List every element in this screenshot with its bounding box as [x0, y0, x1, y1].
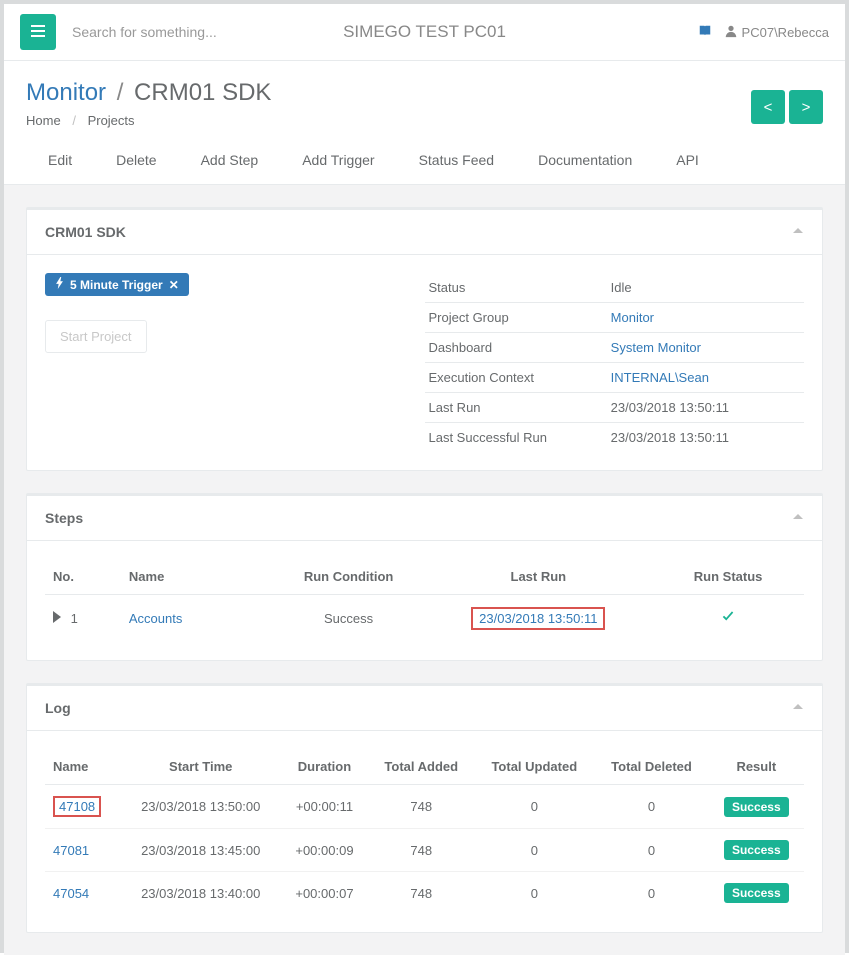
result-badge: Success: [724, 797, 789, 817]
log-panel: Log Name Start Time Duration Total Added…: [26, 683, 823, 933]
col-last-run: Last Run: [424, 559, 652, 595]
info-row: Last Successful Run23/03/2018 13:50:11: [425, 423, 805, 453]
log-updated: 0: [474, 829, 594, 872]
col-duration: Duration: [281, 749, 369, 785]
log-updated: 0: [474, 872, 594, 915]
log-deleted: 0: [594, 785, 708, 829]
log-name-link[interactable]: 47054: [53, 886, 89, 901]
prev-button[interactable]: <: [751, 90, 785, 124]
log-name-link[interactable]: 47108: [59, 799, 95, 814]
breadcrumb-monitor[interactable]: Monitor: [26, 79, 106, 106]
col-name: Name: [45, 749, 121, 785]
log-start: 23/03/2018 13:50:00: [121, 785, 281, 829]
step-name-link[interactable]: Accounts: [129, 611, 182, 626]
col-result: Result: [709, 749, 804, 785]
step-row: 1 Accounts Success 23/03/2018 13:50:11: [45, 595, 804, 643]
page-heading: Monitor / CRM01 SDK Home / Projects < >: [4, 61, 845, 136]
col-name: Name: [121, 559, 273, 595]
collapse-icon[interactable]: [792, 700, 804, 716]
action-bar: Edit Delete Add Step Add Trigger Status …: [4, 136, 845, 185]
steps-table: No. Name Run Condition Last Run Run Stat…: [45, 559, 804, 642]
execution-context-link[interactable]: INTERNAL\Sean: [611, 370, 709, 385]
col-no: No.: [45, 559, 121, 595]
log-row: 47108 23/03/2018 13:50:00 +00:00:11 748 …: [45, 785, 804, 829]
result-badge: Success: [724, 883, 789, 903]
col-start: Start Time: [121, 749, 281, 785]
action-api[interactable]: API: [654, 136, 721, 184]
log-duration: +00:00:07: [281, 872, 369, 915]
project-group-link[interactable]: Monitor: [611, 310, 654, 325]
step-last-run-link[interactable]: 23/03/2018 13:50:11: [479, 611, 597, 626]
trigger-tag[interactable]: 5 Minute Trigger ✕: [45, 273, 189, 296]
menu-button[interactable]: [20, 14, 56, 50]
log-table: Name Start Time Duration Total Added Tot…: [45, 749, 804, 914]
info-row: DashboardSystem Monitor: [425, 333, 805, 363]
info-row: Project GroupMonitor: [425, 303, 805, 333]
info-row: StatusIdle: [425, 273, 805, 303]
log-name-link[interactable]: 47081: [53, 843, 89, 858]
app-title: SIMEGO TEST PC01: [343, 22, 506, 42]
close-icon[interactable]: ✕: [169, 278, 179, 292]
info-row: Execution ContextINTERNAL\Sean: [425, 363, 805, 393]
user-info[interactable]: PC07\Rebecca: [724, 24, 829, 41]
log-row: 47081 23/03/2018 13:45:00 +00:00:09 748 …: [45, 829, 804, 872]
expand-icon[interactable]: [53, 611, 61, 626]
check-icon: [721, 612, 735, 627]
col-added: Total Added: [368, 749, 474, 785]
collapse-icon[interactable]: [792, 224, 804, 240]
steps-panel: Steps No. Name Run Condition Last Run Ru…: [26, 493, 823, 661]
start-project-button[interactable]: Start Project: [45, 320, 147, 353]
log-deleted: 0: [594, 872, 708, 915]
user-name: PC07\Rebecca: [742, 25, 829, 40]
action-status-feed[interactable]: Status Feed: [397, 136, 517, 184]
col-deleted: Total Deleted: [594, 749, 708, 785]
col-run-condition: Run Condition: [273, 559, 425, 595]
breadcrumb-projects[interactable]: Projects: [88, 113, 135, 128]
bolt-icon: [55, 277, 64, 292]
log-deleted: 0: [594, 829, 708, 872]
log-updated: 0: [474, 785, 594, 829]
col-updated: Total Updated: [474, 749, 594, 785]
result-badge: Success: [724, 840, 789, 860]
action-edit[interactable]: Edit: [26, 136, 94, 184]
top-bar: SIMEGO TEST PC01 PC07\Rebecca: [4, 4, 845, 61]
breadcrumb-home[interactable]: Home: [26, 113, 61, 128]
search-input[interactable]: [72, 24, 272, 40]
log-row: 47054 23/03/2018 13:40:00 +00:00:07 748 …: [45, 872, 804, 915]
project-info-table: StatusIdle Project GroupMonitor Dashboar…: [425, 273, 805, 452]
col-run-status: Run Status: [652, 559, 804, 595]
hamburger-icon: [31, 25, 45, 40]
action-add-trigger[interactable]: Add Trigger: [280, 136, 396, 184]
log-added: 748: [368, 785, 474, 829]
dashboard-link[interactable]: System Monitor: [611, 340, 701, 355]
log-panel-title: Log: [45, 700, 71, 716]
project-panel: CRM01 SDK 5 Minute Trigger ✕ Start Proje…: [26, 207, 823, 471]
log-duration: +00:00:09: [281, 829, 369, 872]
action-add-step[interactable]: Add Step: [179, 136, 281, 184]
book-icon[interactable]: [698, 24, 712, 41]
step-no: 1: [71, 611, 78, 626]
steps-panel-title: Steps: [45, 510, 83, 526]
log-start: 23/03/2018 13:45:00: [121, 829, 281, 872]
next-button[interactable]: >: [789, 90, 823, 124]
info-row: Last Run23/03/2018 13:50:11: [425, 393, 805, 423]
log-start: 23/03/2018 13:40:00: [121, 872, 281, 915]
step-condition: Success: [273, 595, 425, 643]
breadcrumb-current: CRM01 SDK: [134, 79, 271, 106]
log-duration: +00:00:11: [281, 785, 369, 829]
collapse-icon[interactable]: [792, 510, 804, 526]
action-delete[interactable]: Delete: [94, 136, 178, 184]
action-documentation[interactable]: Documentation: [516, 136, 654, 184]
trigger-label: 5 Minute Trigger: [70, 278, 163, 292]
log-added: 748: [368, 829, 474, 872]
content-area: CRM01 SDK 5 Minute Trigger ✕ Start Proje…: [4, 185, 845, 955]
project-panel-title: CRM01 SDK: [45, 224, 126, 240]
log-added: 748: [368, 872, 474, 915]
user-icon: [724, 24, 738, 41]
